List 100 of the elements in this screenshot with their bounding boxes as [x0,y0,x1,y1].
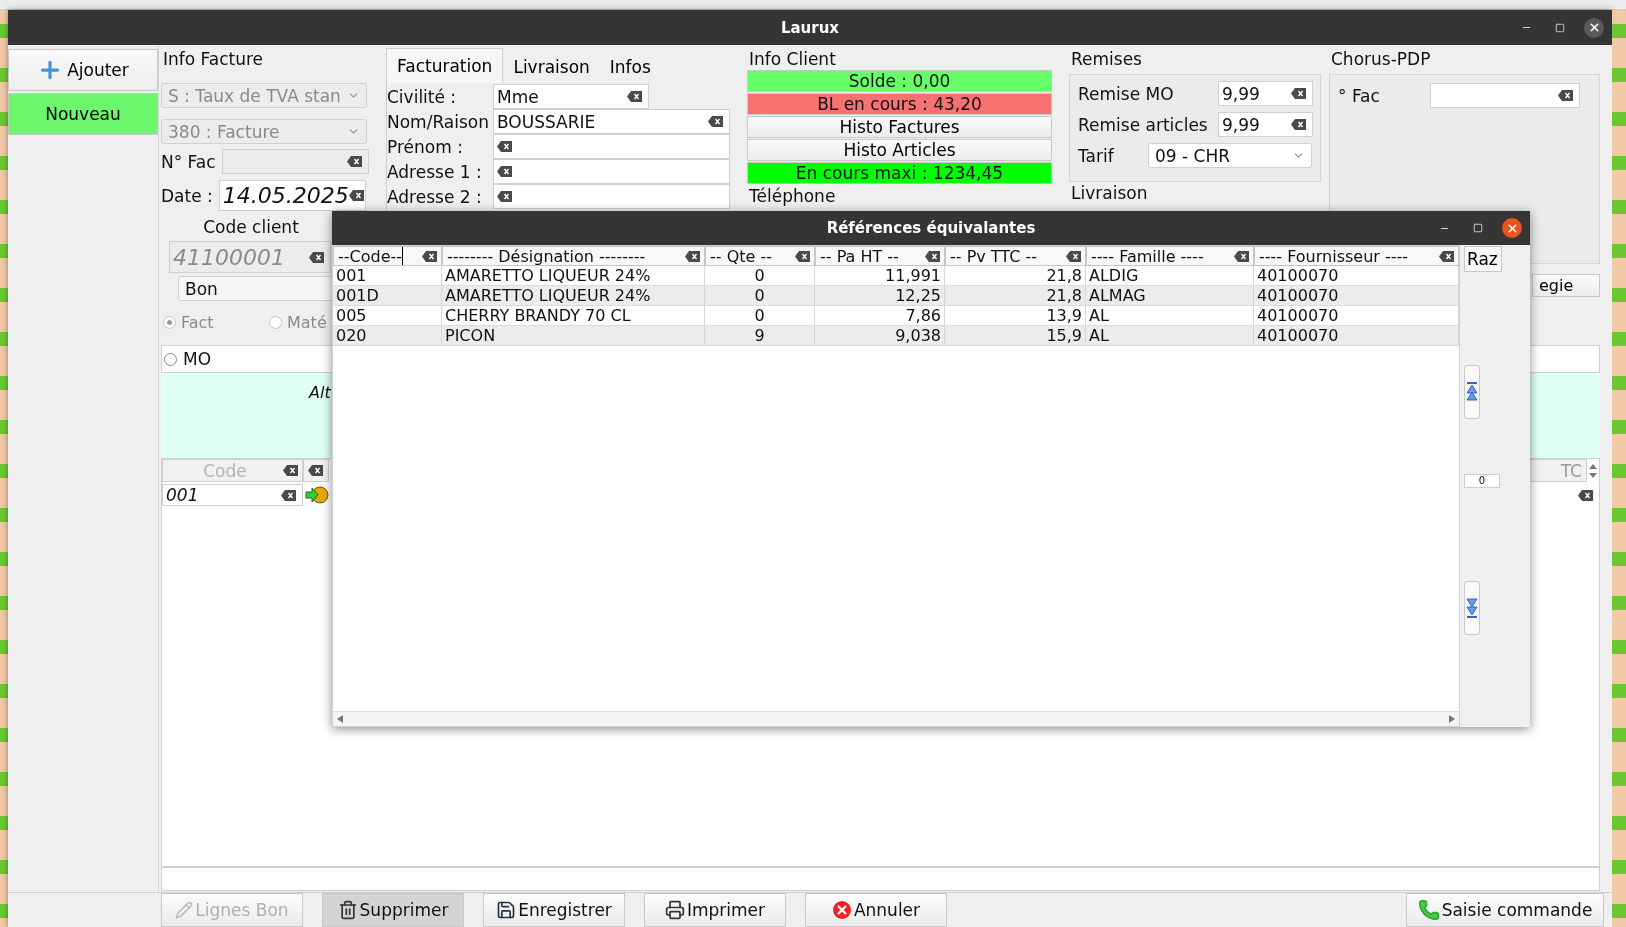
clear-icon[interactable] [283,465,298,476]
close-button[interactable] [1584,17,1604,38]
text-field[interactable]: BOUSSARIE [493,109,730,134]
radio-label: MO [183,349,212,369]
field-label: Remise articles [1078,114,1209,135]
table-cell: CHERRY BRANDY 70 CL [442,306,705,325]
section-title: Téléphone [748,185,837,207]
clear-icon[interactable] [422,250,437,262]
table-cell: 21,8 [945,266,1086,285]
text-field[interactable] [493,159,730,184]
clear-icon[interactable] [1291,88,1306,99]
tab[interactable]: Infos [599,51,661,83]
radio-button[interactable] [164,352,177,366]
status-indicator: En cours maxi : 1234,45 [747,162,1052,184]
scroll-left-icon[interactable] [337,715,343,723]
field-label: Date : [161,185,213,206]
section-title: Info Facture [162,48,265,70]
clear-icon[interactable] [1558,90,1573,101]
floppy-icon [496,900,517,920]
field-label: N° Fac [161,151,216,172]
discount-field[interactable]: 9,99 [1218,112,1313,137]
clear-icon[interactable] [925,250,940,262]
printer-icon [664,900,685,920]
arrow-ball-icon[interactable] [305,486,329,504]
table-cell: AL [1086,306,1254,325]
action-button[interactable]: Enregistrer [483,893,625,927]
table-cell: ALDIG [1086,266,1254,285]
table-cell: 15,9 [945,326,1086,345]
tab[interactable]: Livraison [503,51,600,83]
invoice-number-field[interactable] [221,149,369,174]
table-cell: ALMAG [1086,286,1254,305]
clear-icon[interactable] [627,91,642,102]
table-cell: 0 [705,286,815,305]
field-label: Adresse 1 : [387,161,483,182]
clear-icon[interactable] [281,489,296,501]
table-cell: 40100070 [1254,266,1459,285]
clear-icon[interactable] [685,250,700,262]
counter-field[interactable]: 0 [1464,474,1500,488]
table-cell: 001D [333,286,442,305]
tab[interactable]: Facturation [386,48,504,83]
clear-icon[interactable] [1439,250,1454,262]
clear-icon[interactable] [708,116,723,127]
scroll-bottom-icon [1466,597,1478,619]
action-button[interactable]: Saisie commande [1406,893,1604,927]
column-header[interactable]: -------- Désignation -------- [442,246,705,266]
scroll-bottom-button[interactable] [1464,581,1480,635]
clear-icon[interactable] [497,166,512,177]
horizontal-scrollbar[interactable] [333,711,1459,726]
column-header[interactable]: -- Qte -- [705,246,815,266]
field-label: Civilité : [387,86,458,107]
clear-icon[interactable] [1066,250,1081,262]
section-title: Chorus-PDP [1330,48,1432,70]
code-field[interactable]: 001 [162,484,303,506]
maximize-icon[interactable] [1555,22,1565,33]
action-button[interactable]: Annuler [805,893,947,927]
scroll-right-icon[interactable] [1449,715,1455,723]
text-field[interactable] [493,134,730,159]
column-header[interactable]: -- Pa HT -- [815,246,945,266]
maximize-icon[interactable] [1473,223,1483,233]
radio-button[interactable] [269,316,282,329]
table-cell: AMARETTO LIQUEUR 24% [442,266,705,285]
history-button[interactable]: Histo Articles [747,139,1052,161]
radio-button[interactable] [163,316,176,329]
discount-field[interactable]: 9,99 [1218,81,1313,106]
reset-button[interactable]: Raz [1464,246,1502,272]
column-header[interactable]: ---- Fournisseur ---- [1254,246,1459,266]
clear-icon[interactable] [308,465,323,476]
clear-icon[interactable] [497,141,512,152]
close-icon [1505,221,1519,235]
pencil-icon [175,901,194,919]
new-button[interactable]: Nouveau [8,93,158,135]
add-button[interactable]: Ajouter [8,49,158,91]
phone-icon [1417,899,1440,921]
table-cell: 005 [333,306,442,325]
strategy-button[interactable]: egie [1532,274,1600,297]
radio-label: Fact [181,313,214,332]
clear-icon[interactable] [497,191,512,202]
column-header[interactable]: -- Pv TTC -- [945,246,1086,266]
table-cell: 0 [705,266,815,285]
chorus-number-field[interactable] [1430,83,1580,108]
clear-icon[interactable] [1291,119,1306,130]
column-header[interactable] [303,459,329,482]
clear-icon[interactable] [1234,250,1249,262]
clear-icon[interactable] [346,156,362,167]
history-button[interactable]: Histo Factures [747,116,1052,138]
action-button[interactable]: Imprimer [644,893,786,927]
tariff-select[interactable]: 09 - CHR [1148,143,1312,168]
text-field[interactable] [493,184,730,209]
table-cell: 40100070 [1254,286,1459,305]
clear-icon[interactable] [348,190,364,201]
scroll-top-button[interactable] [1464,365,1480,419]
field-label: Adresse 2 : [387,186,483,207]
text-field[interactable]: Mme [493,84,649,109]
column-header[interactable]: --Code-- [333,246,442,266]
clear-icon[interactable] [1578,489,1593,501]
date-field[interactable]: 14.05.2025 [218,180,366,211]
column-header[interactable]: ---- Famille ---- [1086,246,1254,266]
close-button[interactable] [1502,218,1522,238]
action-button[interactable]: Supprimer [322,893,464,927]
clear-icon[interactable] [795,250,810,262]
